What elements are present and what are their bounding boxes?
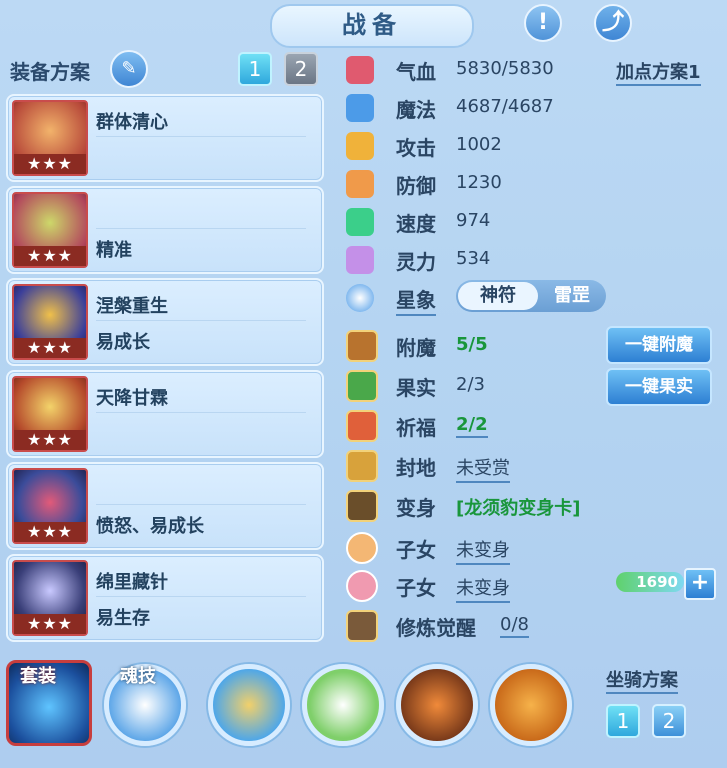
equipment-card[interactable]: ★★★ 群体清心 (6, 94, 324, 182)
toggle-option-shenfu[interactable]: 神符 (458, 282, 538, 310)
enhance-value[interactable]: 未受赏 (456, 454, 510, 483)
mana-icon (346, 94, 374, 122)
star-toggle[interactable]: 神符 雷罡 (456, 280, 606, 312)
spirit-icon (346, 246, 374, 274)
equipment-card[interactable]: ★★★ 涅槃重生 易成长 (6, 278, 324, 366)
equipment-card[interactable]: ★★★ 天降甘霖 (6, 370, 324, 458)
stat-label: 气血 (396, 60, 436, 84)
enhance-label: 祈福 (396, 416, 436, 440)
star-rating: ★★★ (14, 614, 86, 634)
enhance-label: 修炼觉醒 (396, 616, 476, 640)
enhance-label: 子女 (396, 576, 436, 600)
stat-label: 灵力 (396, 250, 436, 274)
equipment-card[interactable]: ★★★ 精准 (6, 186, 324, 274)
share-icon[interactable]: ⤴ (594, 4, 632, 42)
child-icon (346, 532, 378, 564)
equip-plan-1-button[interactable]: 1 (238, 52, 272, 86)
skill-orb-icon[interactable] (208, 664, 290, 746)
exclamation-icon[interactable]: ! (524, 4, 562, 42)
equipment-plan-label: 装备方案 (10, 60, 90, 84)
stat-value: 534 (456, 248, 491, 269)
one-click-enchant-button[interactable]: 一键附魔 (606, 326, 712, 364)
stat-value: 5830/5830 (456, 58, 554, 79)
attack-icon (346, 132, 374, 160)
equipment-card[interactable]: ★★★ 愤怒、易成长 (6, 462, 324, 550)
one-click-fruit-button[interactable]: 一键果实 (606, 368, 712, 406)
equipment-name: 涅槃重生 (96, 296, 168, 317)
equipment-icon: ★★★ (12, 468, 88, 544)
star-rating: ★★★ (14, 338, 86, 358)
heart-icon (346, 56, 374, 84)
suit-label: 套装 (20, 666, 56, 687)
equipment-icon: ★★★ (12, 376, 88, 452)
enhance-label: 附魔 (396, 336, 436, 360)
equipment-icon: ★★★ (12, 284, 88, 360)
fruit-icon (346, 370, 378, 402)
star-icon (346, 284, 374, 312)
lotus-icon[interactable] (302, 664, 384, 746)
equipment-desc: 易成长 (96, 332, 150, 353)
enhance-value[interactable]: 0/8 (500, 614, 529, 638)
speed-icon (346, 208, 374, 236)
star-rating: ★★★ (14, 154, 86, 174)
stat-label: 攻击 (396, 136, 436, 160)
enhance-value[interactable]: 2/2 (456, 414, 488, 438)
star-rating: ★★★ (14, 522, 86, 542)
page-title: 战备 (270, 4, 474, 48)
star-label[interactable]: 星象 (396, 284, 436, 316)
mount-plan-2-button[interactable]: 2 (652, 704, 686, 738)
stat-value: 974 (456, 210, 491, 231)
stat-value: 4687/4687 (456, 96, 554, 117)
child-power-bar: 1690 (616, 572, 684, 592)
beast-icon[interactable] (396, 664, 478, 746)
edit-icon[interactable]: ✎ (110, 50, 148, 88)
star-rating: ★★★ (14, 430, 86, 450)
equipment-name: 群体清心 (96, 112, 168, 133)
stat-label: 防御 (396, 174, 436, 198)
equipment-desc: 易生存 (96, 608, 150, 629)
equipment-icon: ★★★ (12, 100, 88, 176)
enhance-label: 变身 (396, 496, 436, 520)
stat-label: 速度 (396, 212, 436, 236)
stat-value: 1002 (456, 134, 502, 155)
equipment-icon: ★★★ (12, 192, 88, 268)
equipment-desc: 愤怒、易成长 (96, 516, 204, 537)
enhance-label: 果实 (396, 376, 436, 400)
equipment-desc: 精准 (96, 240, 132, 261)
enhance-label: 子女 (396, 538, 436, 562)
equipment-name: 天降甘霖 (96, 388, 168, 409)
mount-plan-1-button[interactable]: 1 (606, 704, 640, 738)
cultivation-icon (346, 610, 378, 642)
enhance-value[interactable]: [龙须豹变身卡] (456, 494, 580, 520)
enchant-icon (346, 330, 378, 362)
enhance-value[interactable]: 未变身 (456, 574, 510, 603)
enhance-label: 封地 (396, 456, 436, 480)
fief-icon (346, 450, 378, 482)
blessing-icon (346, 410, 378, 442)
plus-button[interactable]: + (684, 568, 716, 600)
transform-icon (346, 490, 378, 522)
enhance-value[interactable]: 未变身 (456, 536, 510, 565)
stat-label: 魔法 (396, 98, 436, 122)
mount-plan-label: 坐骑方案 (606, 666, 678, 694)
soul-skill-label: 魂技 (120, 666, 156, 687)
monk-icon[interactable] (490, 664, 572, 746)
child-icon (346, 570, 378, 602)
add-point-plan-link[interactable]: 加点方案1 (616, 58, 701, 86)
stat-value: 1230 (456, 172, 502, 193)
equipment-icon: ★★★ (12, 560, 88, 636)
equipment-card[interactable]: ★★★ 绵里藏针 易生存 (6, 554, 324, 642)
star-rating: ★★★ (14, 246, 86, 266)
toggle-option-leigang[interactable]: 雷罡 (540, 282, 604, 310)
equipment-name: 绵里藏针 (96, 572, 168, 593)
defense-icon (346, 170, 374, 198)
enhance-value: 5/5 (456, 334, 488, 355)
equip-plan-2-button[interactable]: 2 (284, 52, 318, 86)
enhance-value: 2/3 (456, 374, 485, 395)
